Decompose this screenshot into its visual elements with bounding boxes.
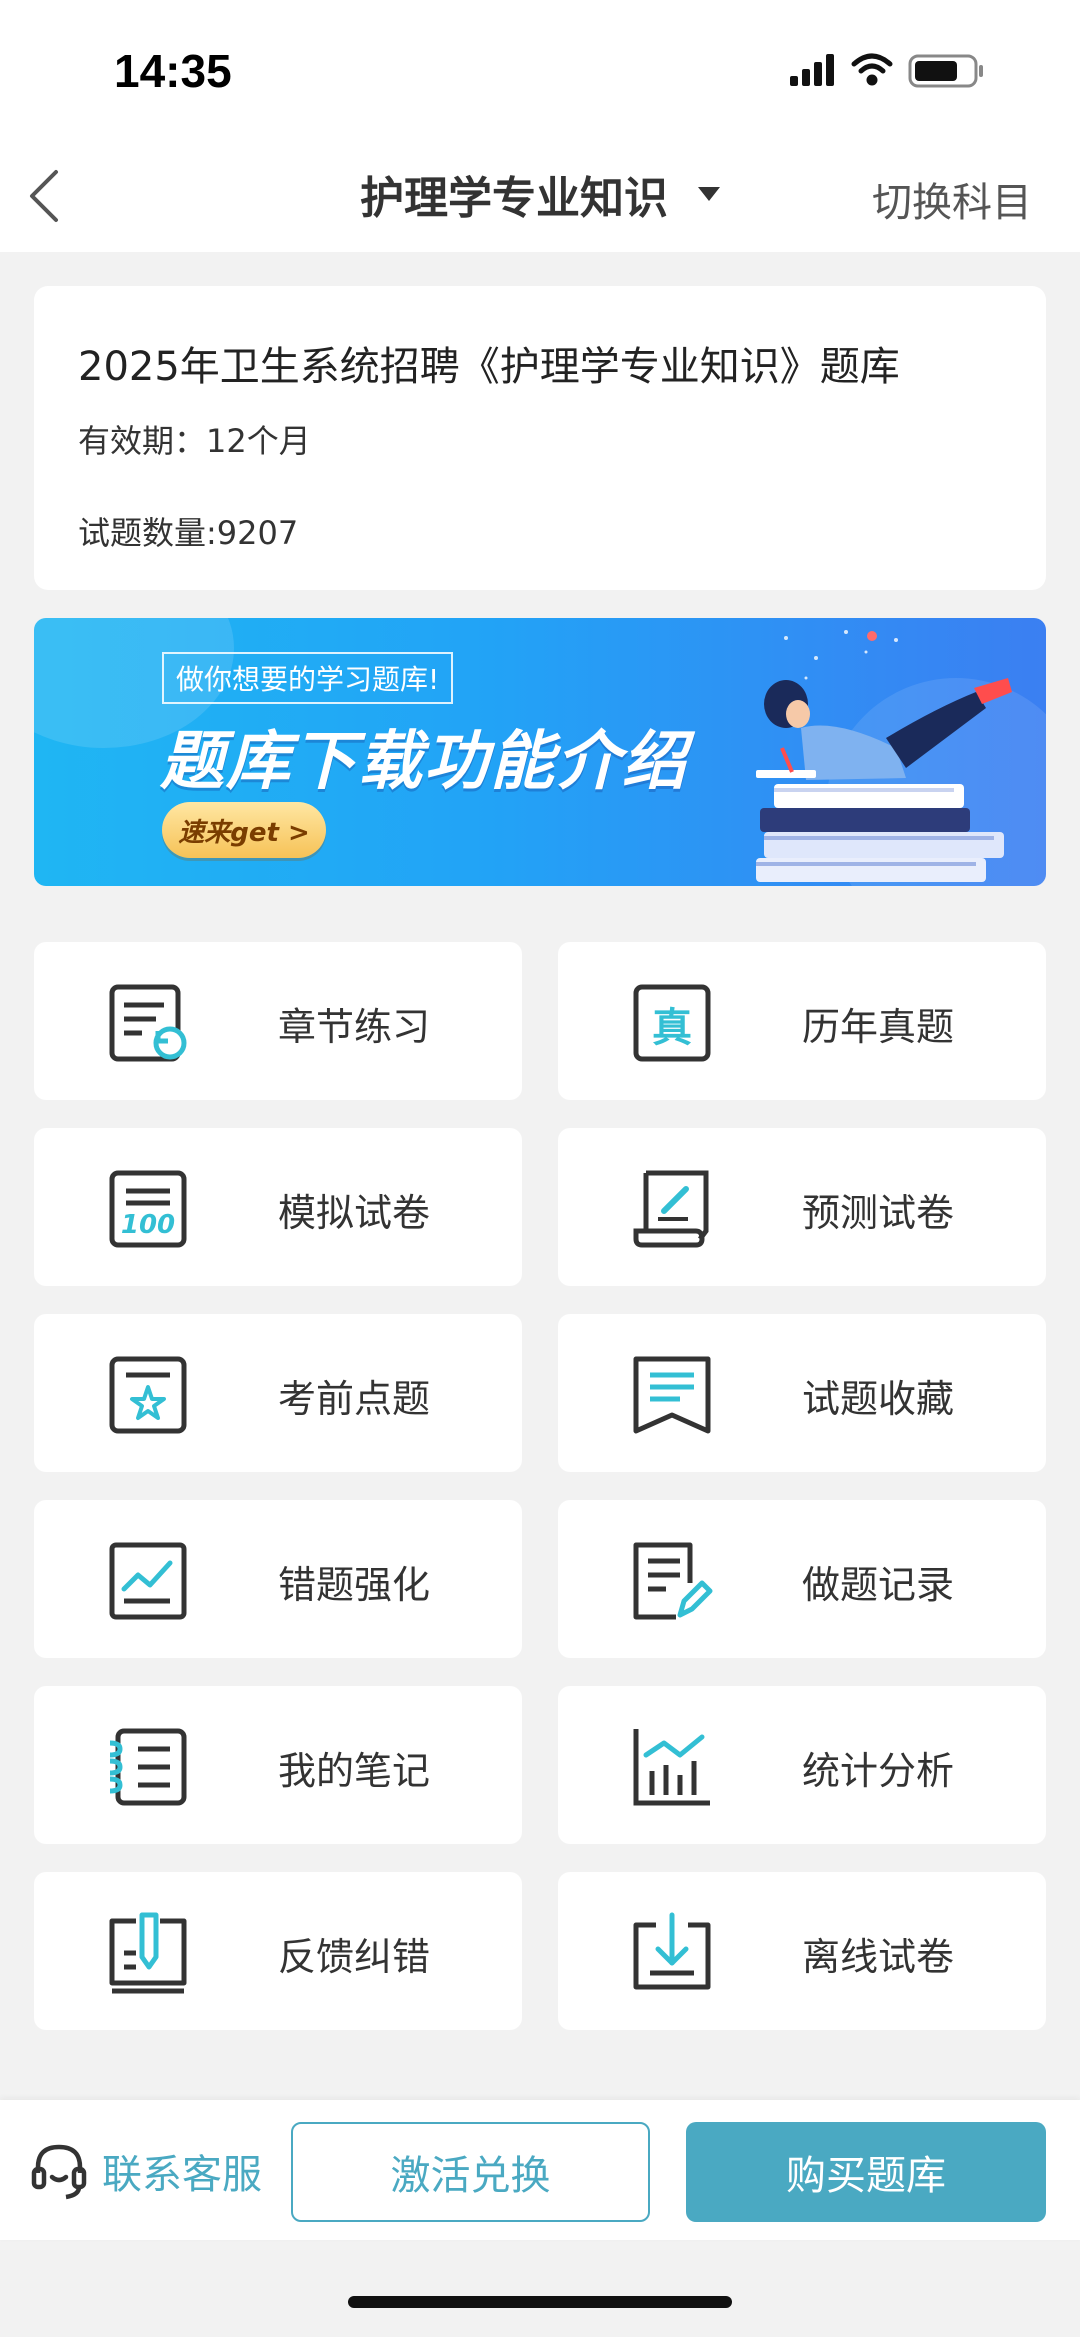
menu-item-label: 统计分析 <box>802 1749 955 1793</box>
validity-period: 有效期：12个月 <box>78 422 311 460</box>
practice-record-icon <box>633 1542 713 1620</box>
battery-icon <box>908 54 983 88</box>
bottom-action-bar: 联系客服 激活兑换 购买题库 <box>0 2100 1080 2240</box>
menu-item-label: 我的笔记 <box>278 1749 431 1793</box>
bookmark-icon <box>633 1356 711 1434</box>
headset-icon <box>31 2144 87 2200</box>
download-feature-banner[interactable]: 做你想要的学习题库! 题库下载功能介绍 速来get > <box>34 618 1046 886</box>
switch-subject-button[interactable]: 切换科目 <box>872 170 1032 228</box>
nav-bar: 护理学专业知识 切换科目 <box>0 140 1080 252</box>
status-time: 14:35 <box>114 45 232 97</box>
pre-exam-tips-icon <box>109 1356 187 1434</box>
subject-title-dropdown[interactable]: 护理学专业知识 <box>360 162 720 226</box>
banner-cta-button[interactable]: 速来get > <box>162 802 326 858</box>
menu-item-label: 考前点题 <box>278 1377 431 1421</box>
back-button[interactable] <box>14 164 74 228</box>
menu-item-label: 做题记录 <box>802 1563 955 1607</box>
status-bar: 14:35 <box>0 0 1080 140</box>
menu-item-label: 历年真题 <box>802 1005 955 1049</box>
menu-item-wrong-questions[interactable]: 错题强化 <box>34 1500 522 1658</box>
menu-item-label: 章节练习 <box>278 1005 431 1049</box>
question-bank-title: 2025年卫生系统招聘《护理学专业知识》题库 <box>78 344 900 390</box>
menu-item-feedback[interactable]: 反馈纠错 <box>34 1872 522 2030</box>
signal-icon <box>790 54 834 86</box>
mock-exam-icon: 100 <box>109 1170 187 1248</box>
menu-item-past-exams[interactable]: 真 历年真题 <box>558 942 1046 1100</box>
contact-support-button[interactable]: 联系客服 <box>30 2136 262 2206</box>
feedback-icon <box>109 1912 187 1994</box>
menu-item-label: 离线试卷 <box>802 1935 955 1979</box>
activate-redeem-button[interactable]: 激活兑换 <box>291 2122 650 2222</box>
back-chevron-icon <box>30 170 58 222</box>
student-reading-illustration <box>756 630 1012 882</box>
past-exams-icon: 真 <box>633 984 711 1062</box>
menu-item-label: 错题强化 <box>278 1563 431 1607</box>
menu-item-label: 反馈纠错 <box>278 1935 431 1979</box>
status-icons <box>770 50 1010 90</box>
menu-item-predict-exam[interactable]: 预测试卷 <box>558 1128 1046 1286</box>
question-count: 试题数量:9207 <box>78 514 299 552</box>
menu-item-label: 预测试卷 <box>802 1191 955 1235</box>
svg-text:真: 真 <box>652 1005 692 1051</box>
predict-exam-icon <box>633 1170 709 1248</box>
menu-item-pre-exam-tips[interactable]: 考前点题 <box>34 1314 522 1472</box>
svg-text:100: 100 <box>121 1210 175 1240</box>
question-bank-info-card: 2025年卫生系统招聘《护理学专业知识》题库 有效期：12个月 试题数量:920… <box>34 286 1046 590</box>
banner-subtitle: 做你想要的学习题库! <box>162 652 454 704</box>
chapter-practice-icon <box>109 984 187 1062</box>
banner-headline: 题库下载功能介绍 <box>160 725 688 799</box>
caret-down-icon <box>698 187 720 201</box>
menu-item-bookmarks[interactable]: 试题收藏 <box>558 1314 1046 1472</box>
menu-item-practice-record[interactable]: 做题记录 <box>558 1500 1046 1658</box>
contact-support-label: 联系客服 <box>102 2152 262 2198</box>
wifi-icon <box>851 53 893 86</box>
menu-item-my-notes[interactable]: 我的笔记 <box>34 1686 522 1844</box>
menu-item-label: 试题收藏 <box>802 1377 955 1421</box>
home-indicator <box>348 2296 732 2308</box>
menu-item-mock-exam[interactable]: 100 模拟试卷 <box>34 1128 522 1286</box>
menu-item-statistics[interactable]: 统计分析 <box>558 1686 1046 1844</box>
statistics-icon <box>633 1729 710 1806</box>
menu-item-offline-exams[interactable]: 离线试卷 <box>558 1872 1046 2030</box>
page-title: 护理学专业知识 <box>360 173 668 224</box>
menu-item-chapter-practice[interactable]: 章节练习 <box>34 942 522 1100</box>
download-icon <box>633 1912 711 1990</box>
buy-question-bank-button[interactable]: 购买题库 <box>686 2122 1046 2222</box>
menu-item-label: 模拟试卷 <box>278 1191 431 1235</box>
wrong-questions-icon <box>109 1542 187 1620</box>
notebook-icon <box>109 1728 187 1806</box>
